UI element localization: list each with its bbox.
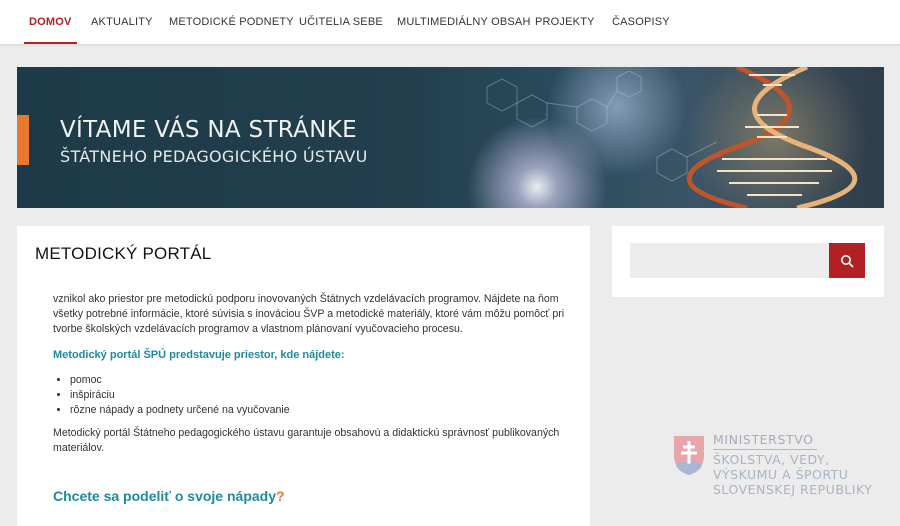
main-content-card: METODICKÝ PORTÁL vznikol ako priestor pr… xyxy=(17,226,590,526)
nav-item-multimedialny-obsah[interactable]: MULTIMEDIÁLNY OBSAH xyxy=(397,0,531,44)
highlight-heading: Metodický portál ŠPÚ predstavuje priesto… xyxy=(53,349,345,361)
nav-item-domov[interactable]: DOMOV xyxy=(24,0,77,44)
share-heading: Chcete sa podeliť o svoje nápady? xyxy=(53,488,285,504)
main-navigation: DOMOV AKTUALITY METODICKÉ PODNETY UČITEL… xyxy=(0,0,900,45)
welcome-banner: VÍTAME VÁS NA STRÁNKE ŠTÁTNEHO PEDAGOGIC… xyxy=(17,67,884,208)
slovak-coat-of-arms-icon xyxy=(674,436,704,475)
ministry-line-2: ŠKOLSTVA, VEDY, xyxy=(713,452,830,467)
search-widget xyxy=(612,226,884,297)
ministry-name: ŠKOLSTVA, VEDY, VÝSKUMU A ŠPORTU SLOVENS… xyxy=(713,452,872,497)
nav-item-aktuality[interactable]: AKTUALITY xyxy=(91,0,153,44)
list-item: rôzne nápady a podnety určené na vyučova… xyxy=(70,403,290,418)
list-item: inšpiráciu xyxy=(70,388,290,403)
list-item: pomoc xyxy=(70,373,290,388)
features-list: pomoc inšpiráciu rôzne nápady a podnety … xyxy=(53,373,290,418)
search-input[interactable] xyxy=(630,243,846,278)
share-question-mark: ? xyxy=(276,488,285,504)
nav-item-metodicke-podnety[interactable]: METODICKÉ PODNETY xyxy=(169,0,294,44)
search-button[interactable] xyxy=(829,243,865,278)
nav-item-ucitelia-sebe[interactable]: UČITELIA SEBE xyxy=(299,0,383,44)
share-heading-text: Chcete sa podeliť o svoje nápady xyxy=(53,488,276,504)
page-title: METODICKÝ PORTÁL xyxy=(35,244,212,263)
guarantee-paragraph: Metodický portál Štátneho pedagogického … xyxy=(53,427,560,454)
nav-item-projekty[interactable]: PROJEKTY xyxy=(535,0,595,44)
ministry-line-1: MINISTERSTVO xyxy=(713,432,814,447)
ministry-divider xyxy=(713,449,817,450)
nav-item-casopisy[interactable]: ČASOPISY xyxy=(612,0,670,44)
ministry-line-4: SLOVENSKEJ REPUBLIKY xyxy=(713,482,873,497)
ministry-line-3: VÝSKUMU A ŠPORTU xyxy=(713,467,849,482)
intro-paragraph: vznikol ako priestor pre metodickú podpo… xyxy=(53,293,565,335)
dna-helix xyxy=(686,67,858,208)
search-icon xyxy=(841,254,854,267)
banner-accent-bar xyxy=(17,115,29,165)
ministry-logo[interactable]: MINISTERSTVO ŠKOLSTVA, VEDY, VÝSKUMU A Š… xyxy=(672,432,892,502)
banner-subtitle: ŠTÁTNEHO PEDAGOGICKÉHO ÚSTAVU xyxy=(60,147,368,166)
banner-title: VÍTAME VÁS NA STRÁNKE xyxy=(60,117,357,143)
